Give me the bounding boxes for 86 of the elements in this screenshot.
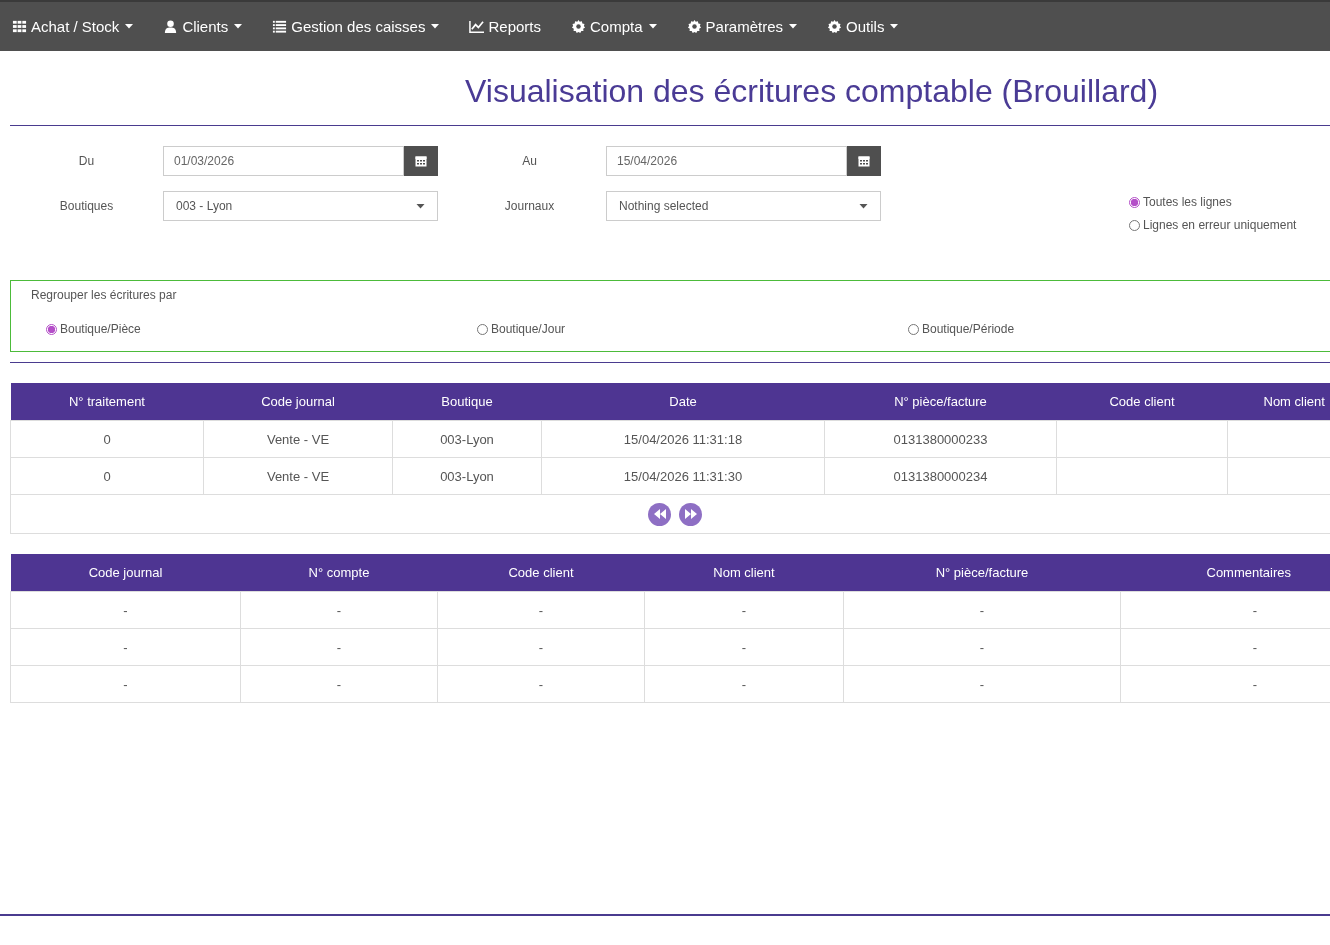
table-cell: -: [10, 591, 241, 629]
table-cell: 15/04/2026 11:31:30: [541, 457, 825, 495]
nav-menu-item[interactable]: Achat / Stock: [12, 18, 134, 35]
table-cell: Vente - VE: [203, 457, 393, 495]
table-cell: -: [644, 665, 844, 703]
calendar-icon: [415, 155, 427, 167]
caret-icon: [890, 24, 899, 29]
field-label: Au: [521, 153, 538, 170]
gear-icon: [571, 19, 586, 34]
date-field[interactable]: 15/04/2026: [606, 146, 847, 176]
table-cell: Vente - VE: [203, 420, 393, 458]
caret-icon: [125, 24, 134, 29]
nav-menu-item[interactable]: Compta: [571, 18, 657, 35]
page-title: Visualisation des écritures comptable (Brouillard): [10, 51, 1330, 126]
double-right-icon: [684, 509, 697, 519]
double-left-icon: [653, 509, 666, 519]
column-header: Code client: [1056, 383, 1228, 421]
table-cell: 0: [10, 420, 204, 458]
table-cell: 003-Lyon: [392, 457, 542, 495]
table-cell: -: [644, 628, 844, 666]
radio-option[interactable]: Boutique/Jour: [477, 322, 908, 336]
column-header: Nom client: [1227, 383, 1330, 421]
table-cell: -: [843, 628, 1121, 666]
radio-option[interactable]: Toutes les lignes: [1129, 195, 1297, 209]
nav-menu-item[interactable]: Clients: [163, 18, 243, 35]
table-cell: 15/04/2026 11:31:18: [541, 420, 825, 458]
list-icon: [272, 19, 288, 34]
field-label: Du: [77, 153, 96, 170]
previous-page-button[interactable]: [648, 502, 671, 526]
calendar-button[interactable]: [847, 146, 881, 176]
nav-menu-item[interactable]: Gestion des caisses: [272, 18, 440, 35]
user-icon: [163, 19, 179, 34]
gear-icon: [827, 19, 843, 34]
table-cell: -: [1120, 591, 1330, 629]
column-header: Date: [541, 383, 825, 421]
panel-label: Regrouper les écritures par: [31, 288, 178, 302]
caret-icon: [648, 24, 657, 29]
caret-icon: [789, 24, 798, 29]
date-field[interactable]: 01/03/2026: [163, 146, 404, 176]
caret-icon: [859, 203, 868, 209]
column-header: Code journal: [10, 554, 241, 592]
table-cell: 003-Lyon: [392, 420, 542, 458]
table-cell: -: [843, 591, 1121, 629]
column-header: N° traitement: [10, 383, 204, 421]
next-page-button[interactable]: [679, 502, 702, 526]
column-header: Code journal: [203, 383, 393, 421]
radio-button[interactable]: [1129, 196, 1140, 208]
column-header: Commentaires: [1120, 554, 1330, 592]
calendar-icon: [858, 155, 870, 167]
radio-option[interactable]: Lignes en erreur uniquement: [1129, 218, 1297, 232]
caret-icon: [416, 203, 425, 209]
field-label: Journaux: [503, 198, 556, 215]
calendar-button[interactable]: [404, 146, 438, 176]
table-cell: -: [437, 665, 645, 703]
table-cell: 0: [10, 457, 204, 495]
column-header: Code client: [437, 554, 645, 592]
column-header: N° compte: [240, 554, 438, 592]
table-cell: -: [644, 591, 844, 629]
line-chart-icon: [469, 19, 485, 34]
table-cell: -: [240, 591, 438, 629]
nav-menu-item[interactable]: Outils: [827, 18, 899, 35]
column-header: Boutique: [392, 383, 542, 421]
dropdown-select[interactable]: 003 - Lyon: [163, 191, 438, 221]
grid-icon: [12, 19, 27, 34]
table-cell: 0131380000233: [824, 420, 1057, 458]
nav-menu-item[interactable]: Paramètres: [686, 18, 798, 35]
table-cell: -: [240, 628, 438, 666]
table-cell: 0131380000234: [824, 457, 1057, 495]
caret-icon: [431, 24, 440, 29]
column-header: N° pièce/facture: [843, 554, 1121, 592]
table-cell: -: [240, 665, 438, 703]
table-cell: -: [10, 665, 241, 703]
radio-option[interactable]: Boutique/Pièce: [46, 322, 477, 336]
radio-button[interactable]: [46, 323, 57, 335]
table-cell: -: [437, 628, 645, 666]
dropdown-select[interactable]: Nothing selected: [606, 191, 881, 221]
gear-icon: [686, 19, 702, 34]
field-label: Boutiques: [58, 198, 115, 215]
table-cell: -: [437, 591, 645, 629]
table-cell: -: [10, 628, 241, 666]
nav-menu-item[interactable]: Reports: [469, 18, 541, 35]
table-cell: -: [843, 665, 1121, 703]
column-header: N° pièce/facture: [824, 383, 1057, 421]
caret-icon: [234, 24, 243, 29]
column-header: Nom client: [644, 554, 844, 592]
radio-option[interactable]: Boutique/Période: [908, 322, 1330, 336]
